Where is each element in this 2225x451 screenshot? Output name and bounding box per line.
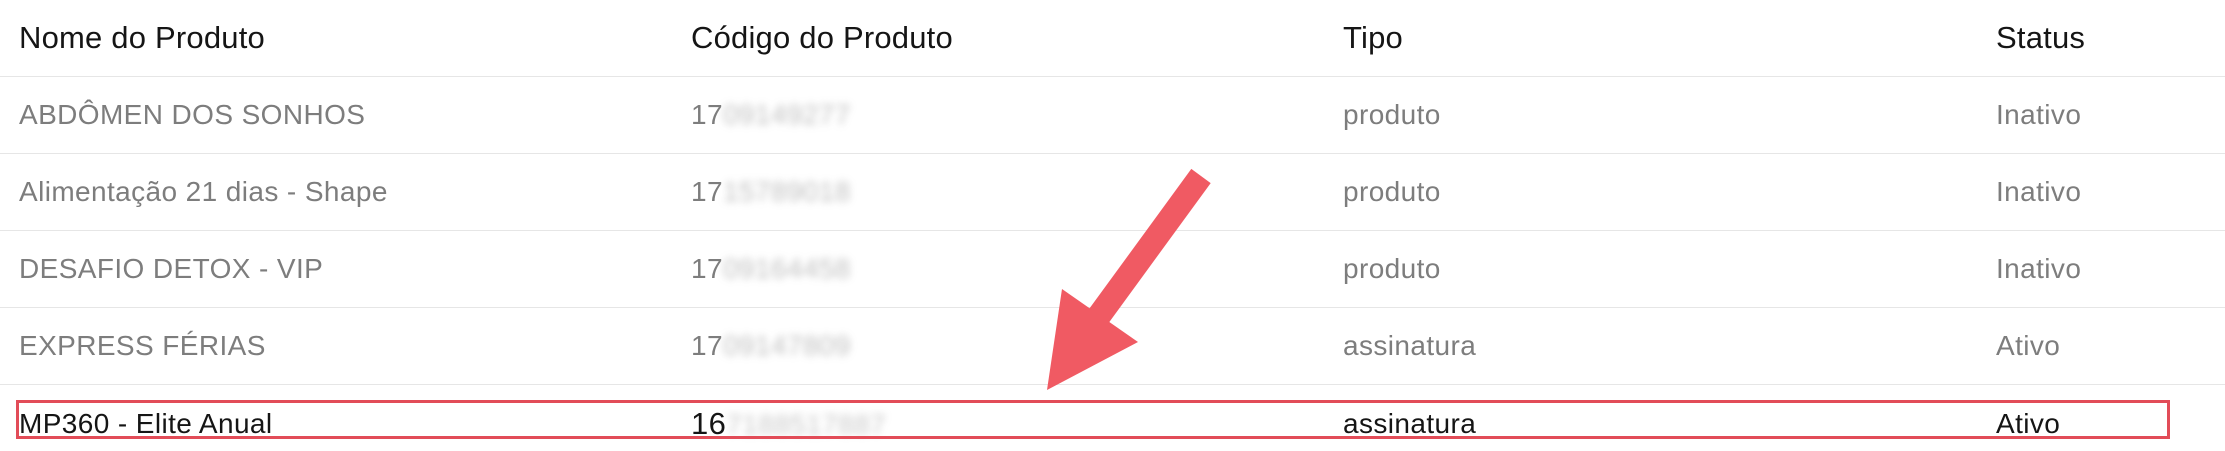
product-code-prefix: 17 (691, 330, 723, 361)
product-code-cell: 167188517887 (672, 385, 1324, 451)
product-name-cell: MP360 - Elite Anual (19, 408, 273, 439)
product-code-prefix: 17 (691, 99, 723, 130)
product-code-redacted: 15789018 (722, 176, 851, 207)
column-header-code[interactable]: Código do Produto (672, 0, 1324, 77)
product-name-cell: ABDÔMEN DOS SONHOS (0, 76, 672, 154)
column-header-name[interactable]: Nome do Produto (0, 0, 672, 77)
product-code-cell: 1709149277 (672, 76, 1324, 154)
product-name-cell: Alimentação 21 dias - Shape (0, 153, 672, 231)
products-table: Nome do Produto Código do Produto Tipo S… (0, 0, 2225, 451)
product-name-cell: DESAFIO DETOX - VIP (0, 230, 672, 308)
product-code-redacted: 09164458 (722, 253, 851, 284)
product-code-prefix: 16 (691, 406, 727, 441)
product-code-cell: 1709147809 (672, 307, 1324, 385)
product-code-prefix: 17 (691, 253, 723, 284)
product-name-cell: EXPRESS FÉRIAS (0, 307, 672, 385)
column-header-status[interactable]: Status (1977, 0, 2225, 77)
product-type-cell: assinatura (1343, 408, 1477, 439)
product-status-cell: Inativo (1977, 153, 2225, 231)
table-row[interactable]: ABDÔMEN DOS SONHOS 1709149277 produto In… (0, 76, 2225, 154)
table-row[interactable]: EXPRESS FÉRIAS 1709147809 assinatura Ati… (0, 307, 2225, 385)
table-row[interactable]: DESAFIO DETOX - VIP 1709164458 produto I… (0, 230, 2225, 308)
product-status-cell: Ativo (1977, 307, 2225, 385)
product-status-cell: Inativo (1977, 230, 2225, 308)
product-status-cell: Ativo (1996, 408, 2061, 439)
table-row[interactable]: Alimentação 21 dias - Shape 1715789018 p… (0, 153, 2225, 231)
product-status-cell: Inativo (1977, 76, 2225, 154)
product-type-cell: produto (1324, 230, 1977, 308)
product-code-redacted: 7188517887 (726, 409, 887, 440)
table-row-highlighted[interactable]: MP360 - Elite Anual 167188517887 assinat… (0, 385, 2225, 451)
product-code-cell: 1709164458 (672, 230, 1324, 308)
table-header-row: Nome do Produto Código do Produto Tipo S… (0, 0, 2225, 77)
product-type-cell: produto (1324, 76, 1977, 154)
products-page: Nome do Produto Código do Produto Tipo S… (0, 0, 2225, 451)
product-code-prefix: 17 (691, 176, 723, 207)
product-type-cell: produto (1324, 153, 1977, 231)
product-type-cell: assinatura (1324, 307, 1977, 385)
product-code-redacted: 09147809 (722, 330, 851, 361)
product-code-cell: 1715789018 (672, 153, 1324, 231)
column-header-type[interactable]: Tipo (1324, 0, 1977, 77)
product-code-redacted: 09149277 (722, 99, 851, 130)
